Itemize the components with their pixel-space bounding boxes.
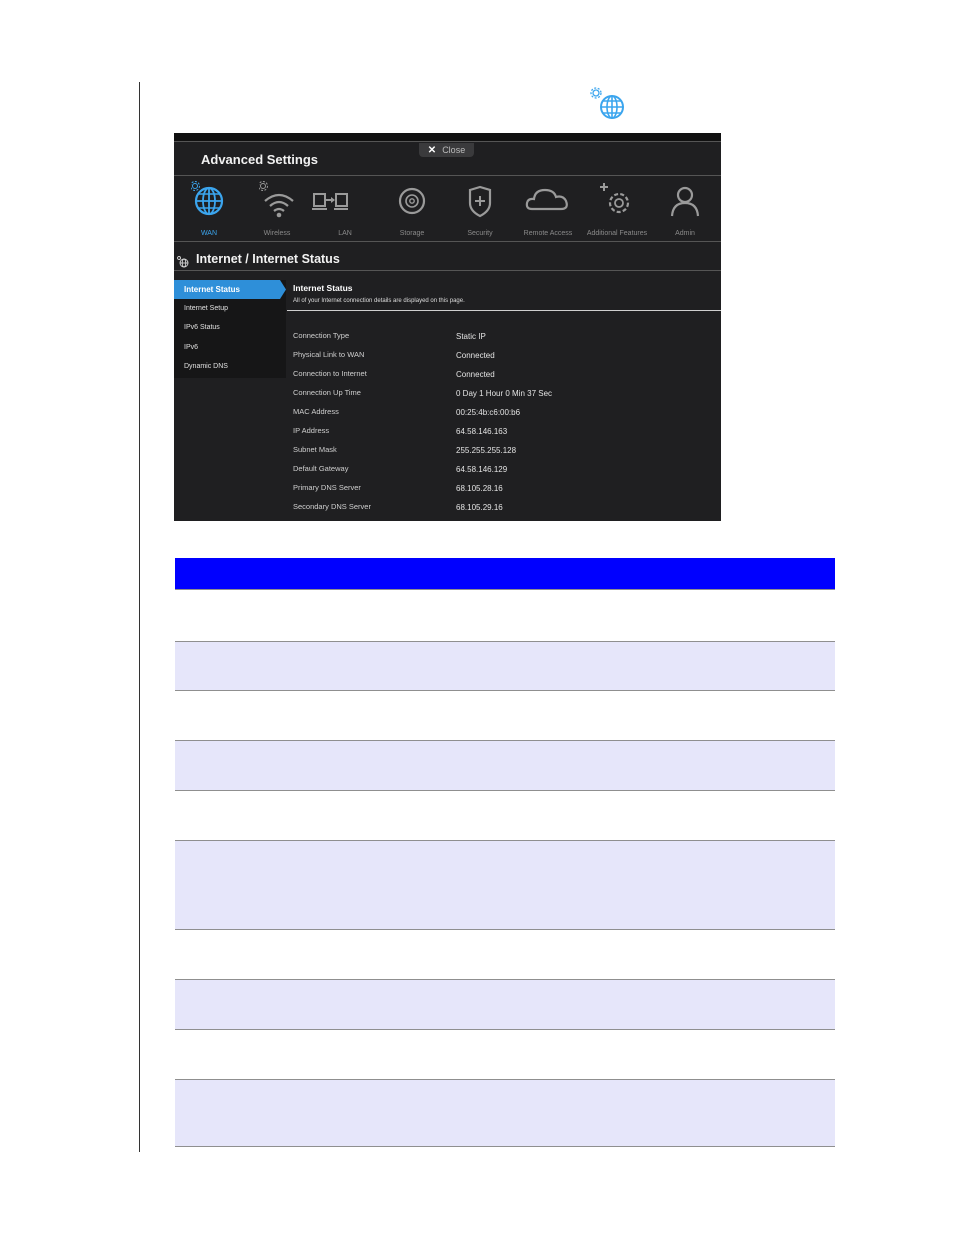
- row-value-up-time: 0 Day 1 Hour 0 Min 37 Sec: [456, 389, 553, 398]
- table-row: [175, 790, 835, 840]
- table-row: [175, 979, 835, 1029]
- row-label-up-time: Connection Up Time: [293, 388, 361, 397]
- nav-label: Storage: [399, 230, 425, 237]
- nav-item-wan[interactable]: WAN: [174, 177, 244, 239]
- close-icon: ✕: [427, 144, 437, 156]
- row-label-physical-link: Physical Link to WAN: [293, 350, 365, 359]
- nav-label: Remote Access: [523, 230, 573, 237]
- table-header: [175, 558, 835, 589]
- row-value-subnet-mask: 255.255.255.128: [456, 446, 517, 455]
- row-label-secondary-dns: Secondary DNS Server: [293, 502, 371, 511]
- nav-label: Wireless: [263, 230, 291, 237]
- globe-icon: [191, 181, 224, 216]
- divider: [174, 175, 721, 176]
- nav-label: Security: [467, 230, 493, 237]
- sidebar-item-internet-status[interactable]: Internet Status: [174, 280, 286, 299]
- row-value-primary-dns: 68.105.28.16: [456, 484, 503, 493]
- close-button[interactable]: ✕ Close: [419, 143, 474, 157]
- table-row: [175, 929, 835, 979]
- screenshot-top-bar: [174, 133, 721, 141]
- globe-small-icon: [177, 256, 189, 268]
- nav-label: LAN: [338, 230, 352, 237]
- table-bottom-rule: [175, 1146, 835, 1147]
- row-label-mac-address: MAC Address: [293, 407, 339, 416]
- nav-label: Additional Features: [586, 230, 648, 237]
- table-row: [175, 1029, 835, 1079]
- row-label-ip-address: IP Address: [293, 426, 330, 435]
- table-row: [175, 589, 835, 641]
- table-row: [175, 641, 835, 690]
- content-divider: [287, 310, 721, 311]
- sidebar: Internet Status Internet Setup IPv6 Stat…: [174, 280, 286, 378]
- row-value-connection-type: Static IP: [456, 332, 486, 341]
- nav-item-admin[interactable]: Admin: [650, 177, 720, 239]
- sidebar-item-internet-setup[interactable]: Internet Setup: [174, 299, 286, 318]
- top-nav: WAN Wireless LAN Storage Security Remote…: [174, 177, 721, 239]
- nav-item-additional-features[interactable]: Additional Features: [582, 177, 652, 239]
- section-title: Internet / Internet Status: [196, 252, 340, 266]
- lan-icon: [312, 193, 348, 210]
- table-row: [175, 840, 835, 929]
- close-label: Close: [442, 145, 466, 155]
- nav-item-security[interactable]: Security: [445, 177, 515, 239]
- row-value-mac-address: 00:25:4b:c6:00:b6: [456, 408, 521, 417]
- nav-item-remote-access[interactable]: Remote Access: [513, 177, 583, 239]
- row-label-primary-dns: Primary DNS Server: [293, 483, 361, 492]
- table-row: [175, 740, 835, 790]
- left-margin-rule: [139, 82, 140, 1152]
- storage-icon: [398, 187, 426, 215]
- nav-label: Admin: [675, 230, 695, 237]
- row-value-connection-to-internet: Connected: [456, 370, 495, 379]
- advanced-settings-screenshot: ✕ Close Advanced Settings WAN Wireless L…: [174, 133, 721, 521]
- wifi-icon: [259, 181, 294, 218]
- content-title: Internet Status: [293, 283, 353, 293]
- nav-item-lan[interactable]: LAN: [310, 177, 380, 239]
- gear-plus-icon: [600, 183, 630, 214]
- content-subtitle: All of your Internet connection details …: [293, 298, 465, 304]
- divider: [174, 270, 721, 271]
- divider: [174, 141, 721, 142]
- wan-settings-globe-icon: [590, 87, 624, 119]
- divider: [174, 241, 721, 242]
- row-label-connection-to-internet: Connection to Internet: [293, 369, 367, 378]
- table-row: [175, 1079, 835, 1146]
- window-title: Advanced Settings: [201, 152, 319, 167]
- nav-item-storage[interactable]: Storage: [377, 177, 447, 239]
- sidebar-item-ipv6-status[interactable]: IPv6 Status: [174, 318, 286, 337]
- row-label-default-gateway: Default Gateway: [293, 464, 349, 473]
- row-value-physical-link: Connected: [456, 351, 495, 360]
- row-value-ip-address: 64.58.146.163: [456, 427, 508, 436]
- nav-item-wireless[interactable]: Wireless: [242, 177, 312, 239]
- row-value-secondary-dns: 68.105.29.16: [456, 503, 503, 512]
- row-label-subnet-mask: Subnet Mask: [293, 445, 337, 454]
- sidebar-item-ipv6[interactable]: IPv6: [174, 338, 286, 357]
- row-label-connection-type: Connection Type: [293, 331, 350, 340]
- shield-icon: [468, 185, 492, 218]
- table-row: [175, 690, 835, 740]
- sidebar-item-dynamic-dns[interactable]: Dynamic DNS: [174, 357, 286, 376]
- nav-label: WAN: [200, 230, 218, 237]
- user-icon: [670, 186, 700, 217]
- cloud-icon: [525, 188, 568, 211]
- row-value-default-gateway: 64.58.146.129: [456, 465, 508, 474]
